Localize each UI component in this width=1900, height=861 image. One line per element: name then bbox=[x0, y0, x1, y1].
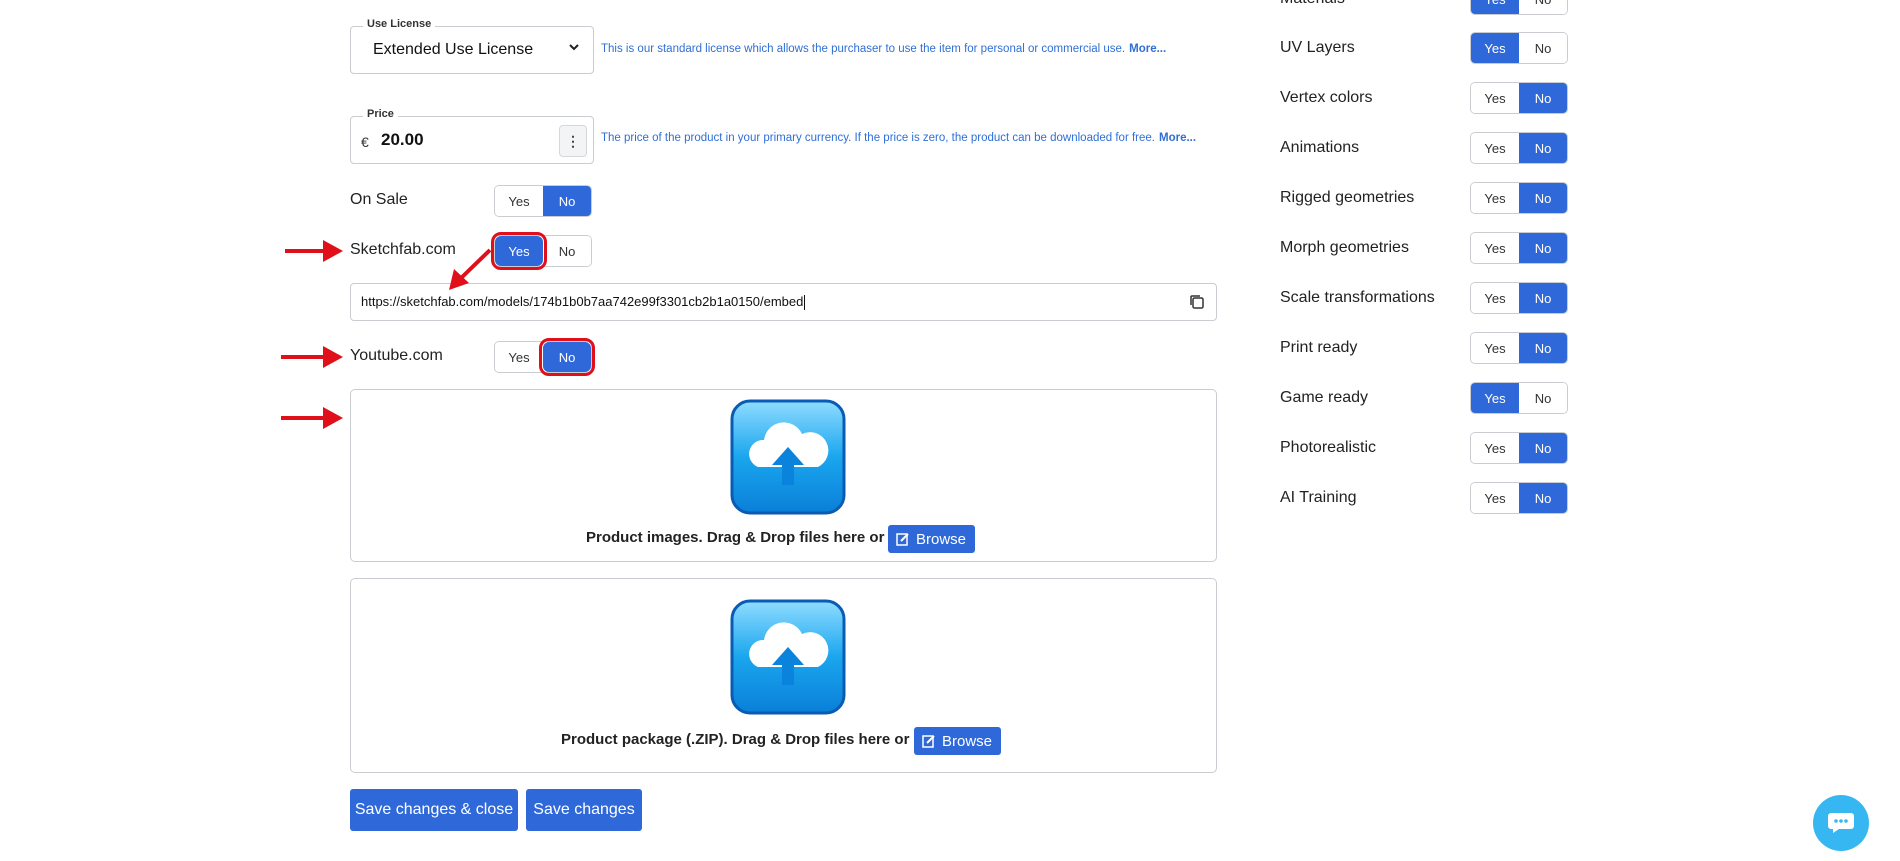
package-browse-label: Browse bbox=[942, 732, 993, 750]
annotation-arrow-icon bbox=[285, 240, 343, 262]
images-drop-text: Product images. Drag & Drop files here o… bbox=[586, 529, 885, 546]
price-label: Price bbox=[363, 108, 398, 120]
cloud-upload-icon bbox=[730, 399, 846, 515]
chat-icon bbox=[1828, 813, 1854, 833]
game-ready-label: Game ready bbox=[1280, 389, 1369, 406]
price-help: The price of the product in your primary… bbox=[601, 132, 1196, 144]
animations-no[interactable]: No bbox=[1519, 133, 1567, 163]
currency-symbol: € bbox=[361, 134, 369, 150]
license-select[interactable]: Use License Extended Use License bbox=[350, 18, 594, 74]
sketchfab-label: Sketchfab.com bbox=[350, 241, 456, 258]
uv-layers-yes[interactable]: Yes bbox=[1471, 33, 1519, 63]
rigged-geometries-toggle[interactable]: Yes No bbox=[1470, 182, 1568, 214]
photorealistic-no[interactable]: No bbox=[1519, 433, 1567, 463]
license-help: This is our standard license which allow… bbox=[601, 43, 1166, 55]
animations-yes[interactable]: Yes bbox=[1471, 133, 1519, 163]
morph-geometries-yes[interactable]: Yes bbox=[1471, 233, 1519, 263]
uv-layers-no[interactable]: No bbox=[1519, 33, 1567, 63]
license-help-text: This is our standard license which allow… bbox=[601, 43, 1126, 55]
product-images-dropzone[interactable]: Product images. Drag & Drop files here o… bbox=[350, 389, 1217, 562]
price-field[interactable]: Price € 20.00 ⋮ bbox=[350, 108, 594, 164]
vertex-colors-no[interactable]: No bbox=[1519, 83, 1567, 113]
ai-training-no[interactable]: No bbox=[1519, 483, 1567, 513]
chevron-down-icon bbox=[569, 44, 579, 51]
print-ready-yes[interactable]: Yes bbox=[1471, 333, 1519, 363]
annotation-arrow-icon bbox=[449, 248, 492, 290]
youtube-label: Youtube.com bbox=[350, 347, 443, 364]
edit-icon bbox=[922, 735, 935, 748]
ai-training-yes[interactable]: Yes bbox=[1471, 483, 1519, 513]
morph-geometries-no[interactable]: No bbox=[1519, 233, 1567, 263]
price-help-text: The price of the product in your primary… bbox=[601, 132, 1155, 144]
sketchfab-url-value: https://sketchfab.com/models/174b1b0b7aa… bbox=[361, 294, 806, 311]
morph-geometries-toggle[interactable]: Yes No bbox=[1470, 232, 1568, 264]
sketchfab-toggle[interactable]: Yes No bbox=[491, 232, 592, 270]
materials-toggle[interactable]: Yes No bbox=[1470, 0, 1568, 15]
rigged-geometries-label: Rigged geometries bbox=[1280, 189, 1415, 206]
rigged-geometries-no[interactable]: No bbox=[1519, 183, 1567, 213]
rigged-geometries-yes[interactable]: Yes bbox=[1471, 183, 1519, 213]
cloud-upload-icon bbox=[730, 599, 846, 715]
game-ready-toggle[interactable]: Yes No bbox=[1470, 382, 1568, 414]
save-close-button[interactable]: Save changes & close bbox=[350, 789, 518, 831]
animations-toggle[interactable]: Yes No bbox=[1470, 132, 1568, 164]
ai-training-toggle[interactable]: Yes No bbox=[1470, 482, 1568, 514]
on-sale-yes[interactable]: Yes bbox=[495, 186, 543, 216]
vertex-colors-toggle[interactable]: Yes No bbox=[1470, 82, 1568, 114]
ai-training-label: AI Training bbox=[1280, 489, 1357, 506]
chat-button[interactable] bbox=[1813, 795, 1869, 851]
vertex-colors-yes[interactable]: Yes bbox=[1471, 83, 1519, 113]
edit-icon bbox=[896, 533, 909, 546]
images-browse-label: Browse bbox=[916, 530, 967, 548]
morph-geometries-label: Morph geometries bbox=[1280, 239, 1409, 256]
vertex-colors-label: Vertex colors bbox=[1280, 89, 1373, 106]
annotation-arrow-icon bbox=[281, 346, 343, 368]
photorealistic-yes[interactable]: Yes bbox=[1471, 433, 1519, 463]
images-browse-button[interactable]: Browse bbox=[888, 525, 976, 553]
scale-transformations-toggle[interactable]: Yes No bbox=[1470, 282, 1568, 314]
right-options-panel: Materials Yes No UV Layers Yes No Vertex… bbox=[1280, 0, 1580, 520]
on-sale-toggle[interactable]: Yes No bbox=[494, 185, 592, 217]
sketchfab-yes[interactable]: Yes bbox=[491, 232, 547, 270]
annotation-arrow-icon bbox=[281, 407, 343, 429]
animations-label: Animations bbox=[1280, 139, 1360, 156]
materials-label: Materials bbox=[1280, 0, 1345, 8]
price-more-link[interactable]: More... bbox=[1159, 132, 1196, 144]
package-browse-button[interactable]: Browse bbox=[914, 727, 1002, 755]
youtube-no[interactable]: No bbox=[539, 338, 595, 376]
materials-no[interactable]: No bbox=[1519, 0, 1567, 14]
game-ready-no[interactable]: No bbox=[1519, 383, 1567, 413]
save-button[interactable]: Save changes bbox=[526, 789, 642, 831]
scale-transformations-no[interactable]: No bbox=[1519, 283, 1567, 313]
uv-layers-toggle[interactable]: Yes No bbox=[1470, 32, 1568, 64]
license-label: Use License bbox=[363, 18, 436, 30]
on-sale-no[interactable]: No bbox=[543, 186, 591, 216]
youtube-yes[interactable]: Yes bbox=[495, 342, 543, 372]
photorealistic-toggle[interactable]: Yes No bbox=[1470, 432, 1568, 464]
materials-yes[interactable]: Yes bbox=[1471, 0, 1519, 14]
license-value: Extended Use License bbox=[373, 41, 534, 58]
game-ready-yes[interactable]: Yes bbox=[1471, 383, 1519, 413]
photorealistic-label: Photorealistic bbox=[1280, 439, 1377, 456]
uv-layers-label: UV Layers bbox=[1280, 39, 1355, 56]
price-value: 20.00 bbox=[381, 130, 424, 149]
print-ready-label: Print ready bbox=[1280, 339, 1358, 356]
product-package-dropzone[interactable]: Product package (.ZIP). Drag & Drop file… bbox=[350, 578, 1217, 773]
license-more-link[interactable]: More... bbox=[1129, 43, 1166, 55]
print-ready-no[interactable]: No bbox=[1519, 333, 1567, 363]
more-vertical-icon[interactable]: ⋮ bbox=[559, 125, 587, 157]
package-drop-text: Product package (.ZIP). Drag & Drop file… bbox=[561, 731, 910, 748]
copy-icon[interactable] bbox=[1188, 293, 1206, 311]
on-sale-label: On Sale bbox=[350, 191, 408, 208]
sketchfab-no[interactable]: No bbox=[543, 236, 591, 266]
scale-transformations-yes[interactable]: Yes bbox=[1471, 283, 1519, 313]
print-ready-toggle[interactable]: Yes No bbox=[1470, 332, 1568, 364]
scale-transformations-label: Scale transformations bbox=[1280, 289, 1435, 306]
youtube-toggle[interactable]: Yes No bbox=[494, 338, 595, 376]
